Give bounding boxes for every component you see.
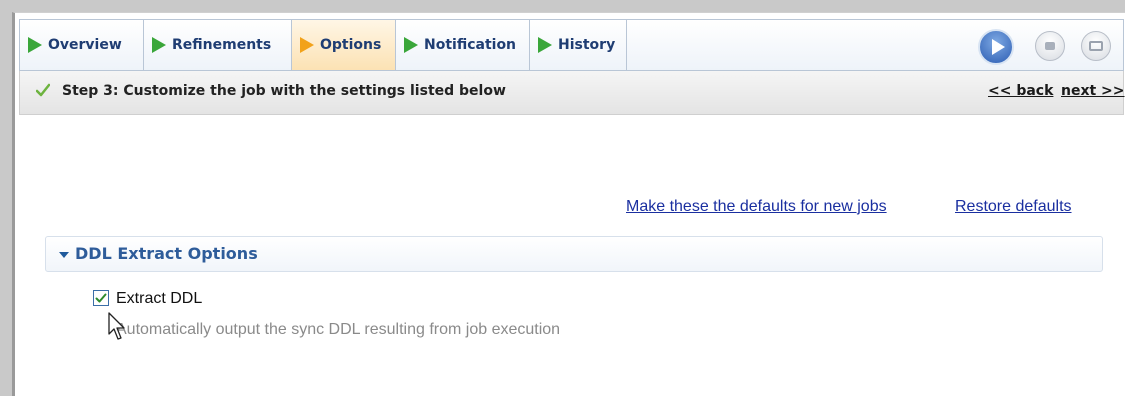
arrow-right-icon: [538, 37, 552, 53]
checkmark-icon: [36, 83, 50, 97]
extract-ddl-description: Automatically output the sync DDL result…: [116, 321, 561, 338]
console-button[interactable]: [1081, 31, 1111, 61]
tab-label: Notification: [424, 37, 517, 53]
arrow-right-icon: [152, 37, 166, 53]
arrow-right-icon: [404, 37, 418, 53]
tab-label: Options: [320, 37, 382, 53]
restore-defaults-link[interactable]: Restore defaults: [955, 198, 1072, 216]
checkmark-icon: [95, 293, 107, 303]
tab-label: Overview: [48, 37, 122, 53]
step-title: Step 3: Customize the job with the setti…: [62, 83, 506, 99]
play-icon: [991, 39, 1005, 55]
tab-refinements[interactable]: Refinements: [144, 20, 292, 70]
tab-notification[interactable]: Notification: [396, 20, 530, 70]
job-panel: Overview Refinements Options Notificatio…: [12, 12, 1125, 396]
section-title: DDL Extract Options: [75, 244, 258, 263]
tab-overview[interactable]: Overview: [20, 20, 144, 70]
tab-label: History: [558, 37, 616, 53]
console-icon: [1089, 41, 1103, 51]
mouse-cursor-icon: [108, 312, 125, 340]
ddl-extract-section-header[interactable]: DDL Extract Options: [45, 236, 1103, 272]
tab-bar: Overview Refinements Options Notificatio…: [19, 19, 1124, 71]
stop-icon: [1045, 42, 1055, 50]
tab-history[interactable]: History: [530, 20, 627, 70]
arrow-right-icon: [300, 37, 314, 53]
tab-label: Refinements: [172, 37, 272, 53]
back-link[interactable]: << back: [988, 83, 1053, 99]
stop-job-button[interactable]: [1035, 31, 1065, 61]
extract-ddl-label: Extract DDL: [116, 290, 203, 307]
extract-ddl-checkbox[interactable]: [93, 290, 109, 306]
arrow-right-icon: [28, 37, 42, 53]
step-bar: Step 3: Customize the job with the setti…: [19, 71, 1125, 115]
window-frame: Overview Refinements Options Notificatio…: [0, 0, 1125, 396]
next-link[interactable]: next >>: [1061, 83, 1125, 99]
run-job-button[interactable]: [978, 29, 1014, 65]
tab-options[interactable]: Options: [292, 20, 396, 70]
expand-triangle-icon: [59, 252, 69, 258]
make-defaults-link[interactable]: Make these the defaults for new jobs: [626, 198, 887, 216]
